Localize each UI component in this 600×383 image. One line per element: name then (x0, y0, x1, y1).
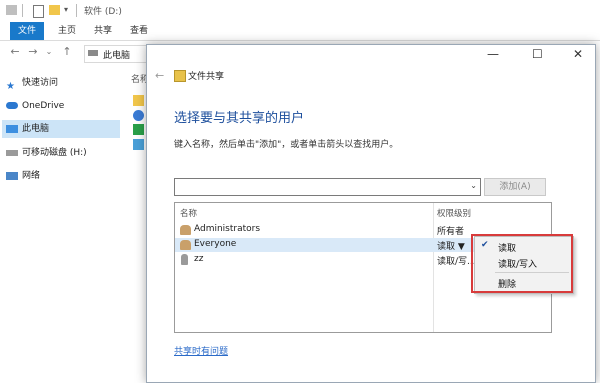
sidebar-item-label: 此电脑 (22, 124, 50, 134)
sidebar-item-label: 快速访问 (22, 78, 59, 88)
permission-dropdown[interactable]: 读取 ▼ (437, 239, 465, 252)
chevron-down-icon[interactable]: ⌄ (470, 181, 477, 190)
quick-access-dropdown-icon[interactable]: ▾ (64, 5, 68, 14)
permission-level: 读取/写... (437, 257, 476, 267)
title-separator (76, 4, 77, 17)
sidebar-item-network[interactable]: 网络 (6, 167, 118, 185)
share-folder-icon (174, 70, 186, 82)
column-header-permission[interactable]: 权限级别 (437, 207, 471, 219)
app-icon[interactable] (133, 110, 144, 121)
sidebar-item-label: 可移动磁盘 (H:) (22, 148, 87, 158)
forward-arrow-icon[interactable]: → (26, 44, 40, 60)
cloud-icon (6, 102, 18, 109)
minimize-button[interactable]: — (487, 47, 499, 61)
sidebar-item-removable-disk[interactable]: 可移动磁盘 (H:) (6, 144, 118, 162)
user-group-icon (180, 225, 191, 235)
user-name: Administrators (194, 224, 261, 234)
sidebar-item-label: OneDrive (22, 101, 65, 111)
sidebar-item-label: 网络 (22, 171, 41, 181)
dialog-heading: 选择要与其共享的用户 (174, 111, 305, 126)
app-icon[interactable] (133, 139, 144, 150)
ribbon-tab-file[interactable]: 文件 (10, 22, 45, 40)
network-icon (6, 171, 18, 180)
user-name: zz (194, 254, 204, 264)
recent-locations-chevron-icon[interactable]: ⌄ (42, 44, 56, 60)
permission-level: 所有者 (437, 227, 465, 237)
sidebar-item-onedrive[interactable]: OneDrive (6, 97, 118, 115)
properties-icon[interactable] (33, 5, 44, 18)
app-icon[interactable] (133, 124, 144, 135)
title-separator (22, 4, 23, 17)
dialog-title: 文件共享 (188, 72, 225, 82)
back-arrow-icon[interactable]: ← (155, 69, 164, 82)
drive-icon (6, 5, 17, 15)
dialog-instruction: 键入名称，然后单击"添加"，或者单击箭头以查找用户。 (174, 140, 399, 150)
usb-drive-icon (6, 149, 18, 156)
ribbon-tab-home[interactable]: 主页 (50, 22, 84, 40)
ribbon-tab-share[interactable]: 共享 (86, 22, 120, 40)
add-button[interactable]: 添加(A) (484, 178, 546, 196)
navigation-pane: ★ 快速访问 OneDrive 此电脑 可移动磁盘 (H:) 网络 (0, 66, 120, 381)
star-icon: ★ (6, 80, 15, 92)
user-name: Everyone (194, 239, 237, 249)
user-icon (181, 254, 188, 265)
folder-icon[interactable] (133, 95, 144, 106)
maximize-button[interactable]: ☐ (532, 47, 543, 61)
annotation-highlight-box (471, 234, 573, 293)
window-title: 软件 (D:) (84, 7, 122, 17)
sidebar-item-this-pc[interactable]: 此电脑 (2, 120, 120, 138)
close-button[interactable]: ✕ (573, 47, 583, 61)
sidebar-item-quick-access[interactable]: ★ 快速访问 (6, 74, 118, 92)
column-header-name[interactable]: 名称 (180, 207, 197, 219)
user-name-combobox[interactable]: ⌄ (174, 178, 481, 196)
computer-icon (6, 124, 18, 133)
new-folder-icon[interactable] (49, 5, 60, 15)
ribbon-tab-view[interactable]: 查看 (122, 22, 156, 40)
file-sharing-dialog: — ☐ ✕ ← 文件共享 选择要与其共享的用户 键入名称，然后单击"添加"，或者… (146, 44, 596, 383)
back-arrow-icon[interactable]: ← (8, 44, 22, 60)
user-group-icon (180, 240, 191, 250)
up-arrow-icon[interactable]: ↑ (60, 44, 74, 60)
address-path: 此电脑 (103, 51, 131, 61)
computer-icon (88, 50, 98, 56)
sharing-help-link[interactable]: 共享时有问题 (174, 344, 228, 357)
